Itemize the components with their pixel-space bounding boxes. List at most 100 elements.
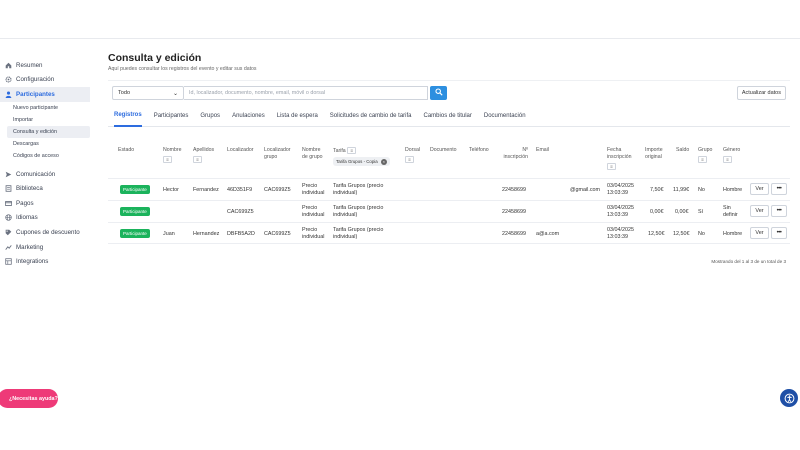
sidebar-item-marketing[interactable]: Marketing [0,240,90,255]
page-header: Consulta y edición Aquí puedes consultar… [108,52,790,72]
close-icon[interactable]: × [380,158,387,165]
tab-lista-espera[interactable]: Lista de espera [277,105,318,127]
cell-apellidos: Hernandez [193,231,220,237]
cell-text: Precio [302,227,318,233]
filter-chip[interactable]: Tarifa Grupos - Copia × [333,157,390,166]
table-row[interactable]: Participante CAC699Z5 Precio individual T… [108,200,790,222]
submenu-nuevo-participante[interactable]: Nuevo participante [7,102,90,114]
sidebar-item-pagos[interactable]: Pagos [0,196,90,211]
grid-icon [5,258,12,265]
col-header-email: Email [536,147,549,153]
filter-icon[interactable]: ≡ [193,156,202,163]
col-header-genero: Género ≡ [723,147,740,164]
table-row[interactable]: Participante Hector Fernandez 46D351F9 C… [108,178,790,200]
col-header-label: Tarifa ≡ [333,147,390,155]
cell-fecha: 03/04/2025 13:03:39 [607,227,634,241]
accessibility-icon[interactable] [780,389,798,407]
tab-registros[interactable]: Registros [114,105,142,127]
search-input[interactable]: Id, localizador, documento, nombre, emai… [184,86,428,100]
cell-email: @gmail.com [570,187,601,193]
help-button[interactable]: ¿Necesitas ayuda? [0,389,58,408]
cell-nombre-grupo: Precio individual [302,183,324,197]
pagination-summary: Mostrando del 1 al 3 de un total de 3 [711,259,786,264]
cell-importe: 0,00€ [650,209,664,215]
tab-cambio-tarifa[interactable]: Solicitudes de cambio de tarifa [330,105,412,127]
sidebar-item-idiomas[interactable]: Idiomas [0,211,90,226]
submenu-consulta-edicion[interactable]: Consulta y edición [7,125,90,138]
table-row[interactable]: Participante Juan Hernandez DBFB5A2D CAC… [108,222,790,244]
cell-text: 13:03:39 [607,190,628,196]
more-options-button[interactable]: ••• [771,205,787,217]
submenu-importar[interactable]: Importar [7,114,90,126]
tab-grupos[interactable]: Grupos [200,105,220,127]
cell-genero: Hombre [723,187,743,193]
scope-select[interactable]: Todo ⌄ [112,86,184,100]
cell-text: 03/04/2025 [607,183,634,189]
cell-localizador-grupo: CAC699Z5 [264,231,291,237]
sidebar-item-label: Comunicación [16,170,56,178]
cell-localizador: DBFB5A2D [227,231,255,237]
submenu-descargas[interactable]: Descargas [7,138,90,150]
filter-icon[interactable]: ≡ [163,156,172,163]
filter-icon[interactable]: ≡ [607,163,616,170]
tab-documentacion[interactable]: Documentación [484,105,526,127]
cell-nombre: Juan [163,231,175,237]
col-header-label: original [645,154,662,160]
sidebar-item-comunicacion[interactable]: Comunicación [0,167,90,182]
page-subtitle: Aquí puedes consultar los registros del … [108,66,257,72]
col-header-saldo: Saldo [676,147,690,153]
sidebar: Resumen Configuración Participantes Nuev… [0,58,90,269]
cell-saldo: 11,99€ [673,187,690,193]
search-button[interactable] [430,86,447,100]
view-button[interactable]: Ver [750,183,769,195]
cell-text: individual [302,234,325,240]
sidebar-item-label: Resumen [16,61,43,69]
col-header-label: de grupo [302,154,323,160]
sidebar-item-label: Marketing [16,243,44,251]
sidebar-item-biblioteca[interactable]: Biblioteca [0,181,90,196]
cell-localizador: CAC699Z5 [227,209,254,215]
sidebar-item-label: Idiomas [16,214,38,222]
sidebar-item-configuracion[interactable]: Configuración [0,73,90,88]
status-badge: Participante [120,229,150,238]
col-header-label: Grupo [698,147,713,153]
cell-saldo: 0,00€ [675,209,689,215]
filter-icon[interactable]: ≡ [698,156,707,163]
view-button[interactable]: Ver [750,205,769,217]
top-divider [0,38,800,39]
sidebar-item-integrations[interactable]: Integrations [0,254,90,269]
filter-icon[interactable]: ≡ [405,156,414,163]
filter-icon[interactable]: ≡ [347,147,357,154]
col-header-apellidos: Apellidos ≡ [193,147,214,164]
records-panel: Todo ⌄ Id, localizador, documento, nombr… [108,80,790,270]
send-icon [5,171,12,178]
sidebar-item-cupones[interactable]: Cupones de descuento [0,225,90,240]
col-header-localizador: Localizador [227,147,254,154]
more-options-button[interactable]: ••• [771,227,787,239]
submenu-codigos-acceso[interactable]: Códigos de acceso [7,150,90,162]
tab-participantes[interactable]: Participantes [154,105,189,127]
cell-genero: Sin definir [723,205,738,219]
view-button[interactable]: Ver [750,227,769,239]
col-header-label: Localizador [264,147,291,153]
tab-anulaciones[interactable]: Anulaciones [232,105,265,127]
col-header-tarifa: Tarifa ≡ Tarifa Grupos - Copia × [333,147,390,166]
sidebar-item-participantes[interactable]: Participantes [0,87,90,102]
cell-text: Tarifa Grupos (precio [333,227,384,233]
sidebar-item-resumen[interactable]: Resumen [0,58,90,73]
col-header-label-text: Tarifa [333,148,346,154]
cell-importe: 12,50€ [648,231,665,237]
help-button-label: ¿Necesitas ayuda? [9,395,58,402]
col-header-label: Fecha [607,147,622,153]
tab-cambios-titular[interactable]: Cambios de titular [424,105,472,127]
more-options-button[interactable]: ••• [771,183,787,195]
cell-text: 13:03:39 [607,212,628,218]
refresh-data-button[interactable]: Actualizar datos [736,86,786,100]
filter-icon[interactable]: ≡ [723,156,732,163]
cell-tarifa: Tarifa Grupos (precio individual) [333,183,383,197]
filter-chip-label: Tarifa Grupos - Copia [336,159,378,164]
status-badge: Participante [120,185,150,194]
cell-fecha: 03/04/2025 13:03:39 [607,183,634,197]
cell-text: individual) [333,234,358,240]
col-header-label: Nombre [163,147,182,153]
